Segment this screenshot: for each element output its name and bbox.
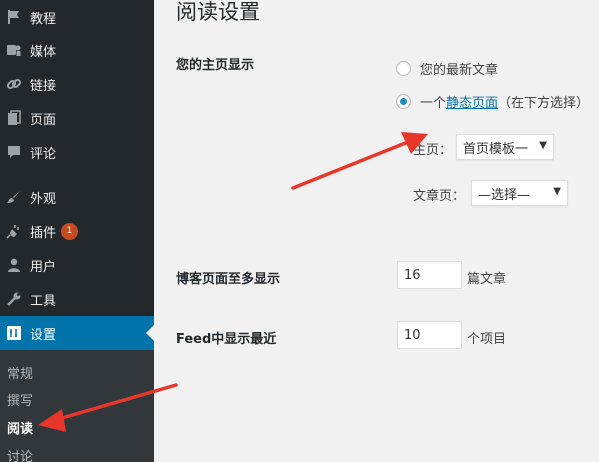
- posts-page-label: 文章页：: [413, 189, 466, 204]
- menu-label: 页面: [30, 112, 57, 128]
- menu-item-appearance[interactable]: 外观: [0, 180, 154, 214]
- paintbrush-icon: [4, 187, 24, 207]
- posts-per-page-unit: 篇文章: [467, 272, 507, 287]
- radio-button-checked[interactable]: [396, 94, 411, 109]
- menu-label: 教程: [30, 11, 57, 27]
- menu-item-plugins[interactable]: 插件 1: [0, 214, 154, 248]
- menu-label: 外观: [30, 191, 57, 207]
- active-indicator: [146, 325, 154, 341]
- menu-item-media[interactable]: 媒体: [0, 33, 154, 67]
- radio-label: 您的最新文章: [420, 63, 499, 78]
- menu-item-pages[interactable]: 页面: [0, 101, 154, 135]
- user-icon: [4, 255, 24, 275]
- feed-items-unit: 个项目: [467, 332, 507, 347]
- feed-items-label: Feed中显示最近: [176, 332, 277, 347]
- menu-item-users[interactable]: 用户: [0, 248, 154, 282]
- homepage-label: 主页：: [413, 143, 453, 158]
- link-icon: [4, 74, 24, 94]
- menu-label: 评论: [30, 146, 57, 162]
- wrench-icon: [4, 289, 24, 309]
- menu-item-tutorial[interactable]: 教程: [0, 0, 154, 34]
- main-content: 阅读设置 您的主页显示 您的最新文章 一个 静态页面 （在下方选择） 主页： 首…: [154, 0, 599, 462]
- menu-label: 工具: [30, 293, 57, 309]
- homepage-select[interactable]: 首页模板一 ▼: [456, 134, 554, 160]
- dropdown-caret-icon: ▼: [539, 140, 547, 151]
- settings-icon: [4, 323, 24, 343]
- submenu-writing[interactable]: 撰写: [7, 390, 33, 409]
- dropdown-caret-icon: ▼: [553, 186, 561, 197]
- menu-item-tools[interactable]: 工具: [0, 282, 154, 316]
- submenu-discussion[interactable]: 讨论: [7, 446, 33, 462]
- comment-icon: [4, 142, 24, 162]
- radio-static-page[interactable]: 一个 静态页面 （在下方选择）: [396, 92, 589, 111]
- menu-label: 用户: [30, 259, 57, 275]
- page-icon: [4, 108, 24, 128]
- homepage-select-value: 首页模板一: [463, 141, 529, 157]
- front-page-label: 您的主页显示: [176, 58, 255, 73]
- radio-label-prefix: 一个: [420, 96, 447, 111]
- flag-icon: [4, 7, 24, 27]
- feed-items-input[interactable]: 10: [397, 321, 462, 349]
- menu-item-comments[interactable]: 评论: [0, 135, 154, 169]
- page-title: 阅读设置: [176, 0, 260, 24]
- admin-sidebar: 教程 媒体 链接 页面 评论 外观 插件 1 用户 工具 设置 常规 撰写 阅读…: [0, 0, 154, 462]
- menu-label: 插件: [30, 225, 57, 241]
- settings-submenu: 常规 撰写 阅读 讨论: [0, 350, 154, 462]
- menu-label: 链接: [30, 78, 57, 94]
- menu-label: 媒体: [30, 44, 57, 60]
- submenu-reading[interactable]: 阅读: [7, 418, 33, 437]
- radio-latest-posts[interactable]: 您的最新文章: [396, 59, 498, 78]
- submenu-general[interactable]: 常规: [7, 363, 33, 382]
- posts-per-page-input[interactable]: 16: [397, 261, 462, 289]
- menu-label: 设置: [30, 327, 57, 343]
- posts-page-select[interactable]: —选择— ▼: [471, 180, 568, 206]
- radio-label-suffix: （在下方选择）: [498, 96, 590, 111]
- menu-item-links[interactable]: 链接: [0, 67, 154, 101]
- plugin-icon: [4, 221, 24, 241]
- media-icon: [4, 40, 24, 60]
- radio-button[interactable]: [396, 61, 411, 76]
- update-count-badge: 1: [61, 222, 79, 240]
- posts-page-select-value: —选择—: [478, 187, 531, 203]
- static-page-link[interactable]: 静态页面: [446, 92, 498, 111]
- posts-per-page-label: 博客页面至多显示: [176, 272, 281, 287]
- menu-item-settings[interactable]: 设置: [0, 316, 154, 350]
